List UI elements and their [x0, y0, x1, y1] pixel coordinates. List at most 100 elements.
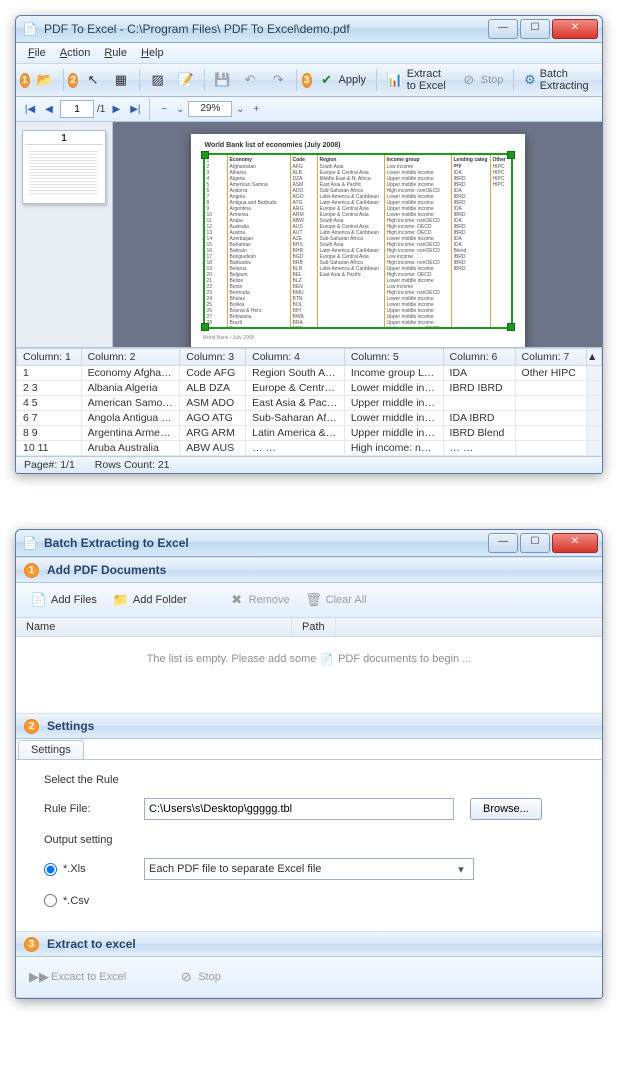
next-page-button[interactable]: ▶: [108, 101, 124, 117]
pdf-viewer[interactable]: World Bank list of economies (July 2008)…: [113, 122, 602, 347]
add-folder-button[interactable]: 📁Add Folder: [108, 587, 192, 613]
grid-tool-button[interactable]: ▦: [108, 67, 134, 93]
menu-action[interactable]: Action: [54, 45, 97, 61]
doc-column: OtherHIPCHIPCHIPCHIPC: [491, 155, 521, 327]
resize-handle-tr[interactable]: [507, 151, 515, 159]
batch-titlebar: 📄 Batch Extracting to Excel — ☐ ✕: [16, 530, 602, 557]
settings-tabs: Settings: [16, 739, 602, 760]
minimize-button[interactable]: —: [488, 533, 518, 553]
mark-icon: ▨: [150, 72, 166, 88]
doc-footnote: World Bank • July 2008: [203, 335, 513, 341]
table-row[interactable]: 8 9Argentina Arme…ARG ARMLatin America &…: [17, 426, 602, 441]
redo-button: ↷: [265, 67, 291, 93]
doc-title: World Bank list of economies (July 2008): [205, 142, 513, 149]
stop-button: ⊘Stop: [456, 67, 509, 93]
last-page-button[interactable]: ▶|: [127, 101, 143, 117]
batch-extracting-button[interactable]: ⚙Batch Extracting: [519, 67, 598, 93]
page-thumbnail[interactable]: 1: [22, 130, 106, 204]
page-input[interactable]: [60, 100, 94, 118]
output-setting-label: Output setting: [44, 834, 574, 846]
undo-icon: ↶: [242, 72, 258, 88]
grid-col-header[interactable]: Column: 3: [180, 349, 246, 366]
main-area: 1 World Bank list of economies (July 200…: [16, 122, 602, 347]
radio-xls[interactable]: *.Xls: [44, 863, 128, 876]
output-mode-select[interactable]: Each PDF file to separate Excel file▾: [144, 858, 474, 880]
clear-icon: 🗑: [306, 592, 322, 608]
menu-rule[interactable]: Rule: [98, 45, 133, 61]
scroll-up[interactable]: ▲: [587, 349, 602, 366]
grid-col-header[interactable]: Column: 2: [81, 349, 180, 366]
step-2-badge: 2: [68, 73, 78, 88]
pager-toolbar: |◀ ◀ /1 ▶ ▶| − ⌄ 29% ⌄ +: [16, 97, 602, 122]
close-button[interactable]: ✕: [552, 19, 598, 39]
stop-icon: ⊘: [178, 969, 194, 985]
statusbar: Page#: 1/1 Rows Count: 21: [16, 456, 602, 473]
tab-settings[interactable]: Settings: [18, 740, 84, 759]
radio-csv[interactable]: *.Csv: [44, 894, 128, 907]
batch-stop-button: ⊘Stop: [173, 964, 226, 990]
grid-col-header[interactable]: Column: 4: [246, 349, 345, 366]
grid-col-header[interactable]: Column: 5: [344, 349, 443, 366]
batch-window-title: Batch Extracting to Excel: [44, 536, 488, 550]
browse-button[interactable]: Browse...: [470, 798, 542, 820]
clear-all-button: 🗑Clear All: [301, 587, 372, 613]
table-row[interactable]: 4 5American Samo…ASM ADOEast Asia & Paci…: [17, 396, 602, 411]
first-page-button[interactable]: |◀: [22, 101, 38, 117]
add-folder-icon: 📁: [113, 592, 129, 608]
resize-handle-br[interactable]: [507, 323, 515, 331]
zoom-out-button[interactable]: −: [156, 101, 172, 117]
select-rule-label: Select the Rule: [44, 774, 574, 786]
grid-icon: ▦: [113, 72, 129, 88]
table-row[interactable]: 6 7Angola Antigua …AGO ATGSub-Saharan Af…: [17, 411, 602, 426]
stop-icon: ⊘: [461, 72, 477, 88]
grid-col-header[interactable]: Column: 7: [515, 349, 586, 366]
save-icon: 💾: [214, 72, 230, 88]
resize-handle-tl[interactable]: [201, 151, 209, 159]
app-icon: 📄: [22, 535, 38, 551]
section-settings: 2 Settings: [16, 713, 602, 739]
remove-button: ✖Remove: [224, 587, 295, 613]
menu-help[interactable]: Help: [135, 45, 170, 61]
apply-button[interactable]: ✔Apply: [314, 67, 372, 93]
undo-button: ↶: [237, 67, 263, 93]
zoom-value[interactable]: 29%: [188, 101, 232, 117]
doc-column: CodeAFGALBDZAASMADOAGOATGARGARMABWAUSAUT…: [291, 155, 318, 327]
table-row[interactable]: 2 3Albania AlgeriaALB DZAEurope & Centr……: [17, 381, 602, 396]
grid-col-header[interactable]: Column: 6: [443, 349, 515, 366]
table-row[interactable]: 10 11Aruba AustraliaABW AUS… …High incom…: [17, 441, 602, 456]
step-1-badge: 1: [24, 563, 39, 578]
extract-to-excel-button[interactable]: 📊Extract to Excel: [382, 67, 454, 93]
mark-tool-button[interactable]: ▨: [145, 67, 171, 93]
selection-box[interactable]: 1234567891011121314151617181920212223242…: [203, 153, 513, 329]
prev-page-button[interactable]: ◀: [41, 101, 57, 117]
pdf-add-icon: 📄: [320, 653, 334, 666]
add-files-button[interactable]: 📄Add Files: [26, 587, 102, 613]
open-file-button[interactable]: 📂: [32, 67, 58, 93]
edit-tool-button[interactable]: 📝: [173, 67, 199, 93]
check-icon: ✔: [319, 72, 335, 88]
minimize-button[interactable]: —: [488, 19, 518, 39]
chevron-down-icon: ▾: [453, 863, 469, 876]
file-list-empty: The list is empty. Please add some 📄 PDF…: [16, 637, 602, 713]
col-name[interactable]: Name: [16, 618, 292, 636]
status-rows: Rows Count: 21: [95, 459, 170, 471]
doc-column: EconomyAfghanistanAlbaniaAlgeriaAmerican…: [228, 155, 291, 327]
extract-toolbar: ▶▶Excact to Excel ⊘Stop: [16, 957, 602, 998]
menu-file[interactable]: File: [22, 45, 52, 61]
titlebar: 📄 PDF To Excel - C:\Program Files\ PDF T…: [16, 16, 602, 43]
grid-col-header[interactable]: Column: 1: [17, 349, 82, 366]
col-path[interactable]: Path: [292, 618, 336, 636]
resize-handle-bl[interactable]: [201, 323, 209, 331]
pointer-tool-button[interactable]: ↖: [80, 67, 106, 93]
maximize-button[interactable]: ☐: [520, 19, 550, 39]
thumbnail-panel: 1: [16, 122, 113, 347]
play-icon: ▶▶: [31, 969, 47, 985]
gear-icon: ⚙: [524, 72, 536, 88]
close-button[interactable]: ✕: [552, 533, 598, 553]
pointer-icon: ↖: [85, 72, 101, 88]
maximize-button[interactable]: ☐: [520, 533, 550, 553]
zoom-in-button[interactable]: +: [248, 101, 264, 117]
main-toolbar: 1 📂 2 ↖ ▦ ▨ 📝 💾 ↶ ↷ 3 ✔Apply 📊Extract to…: [16, 64, 602, 97]
rule-file-input[interactable]: [144, 798, 454, 820]
table-row[interactable]: 1Economy Afgha…Code AFGRegion South Asia…: [17, 366, 602, 381]
